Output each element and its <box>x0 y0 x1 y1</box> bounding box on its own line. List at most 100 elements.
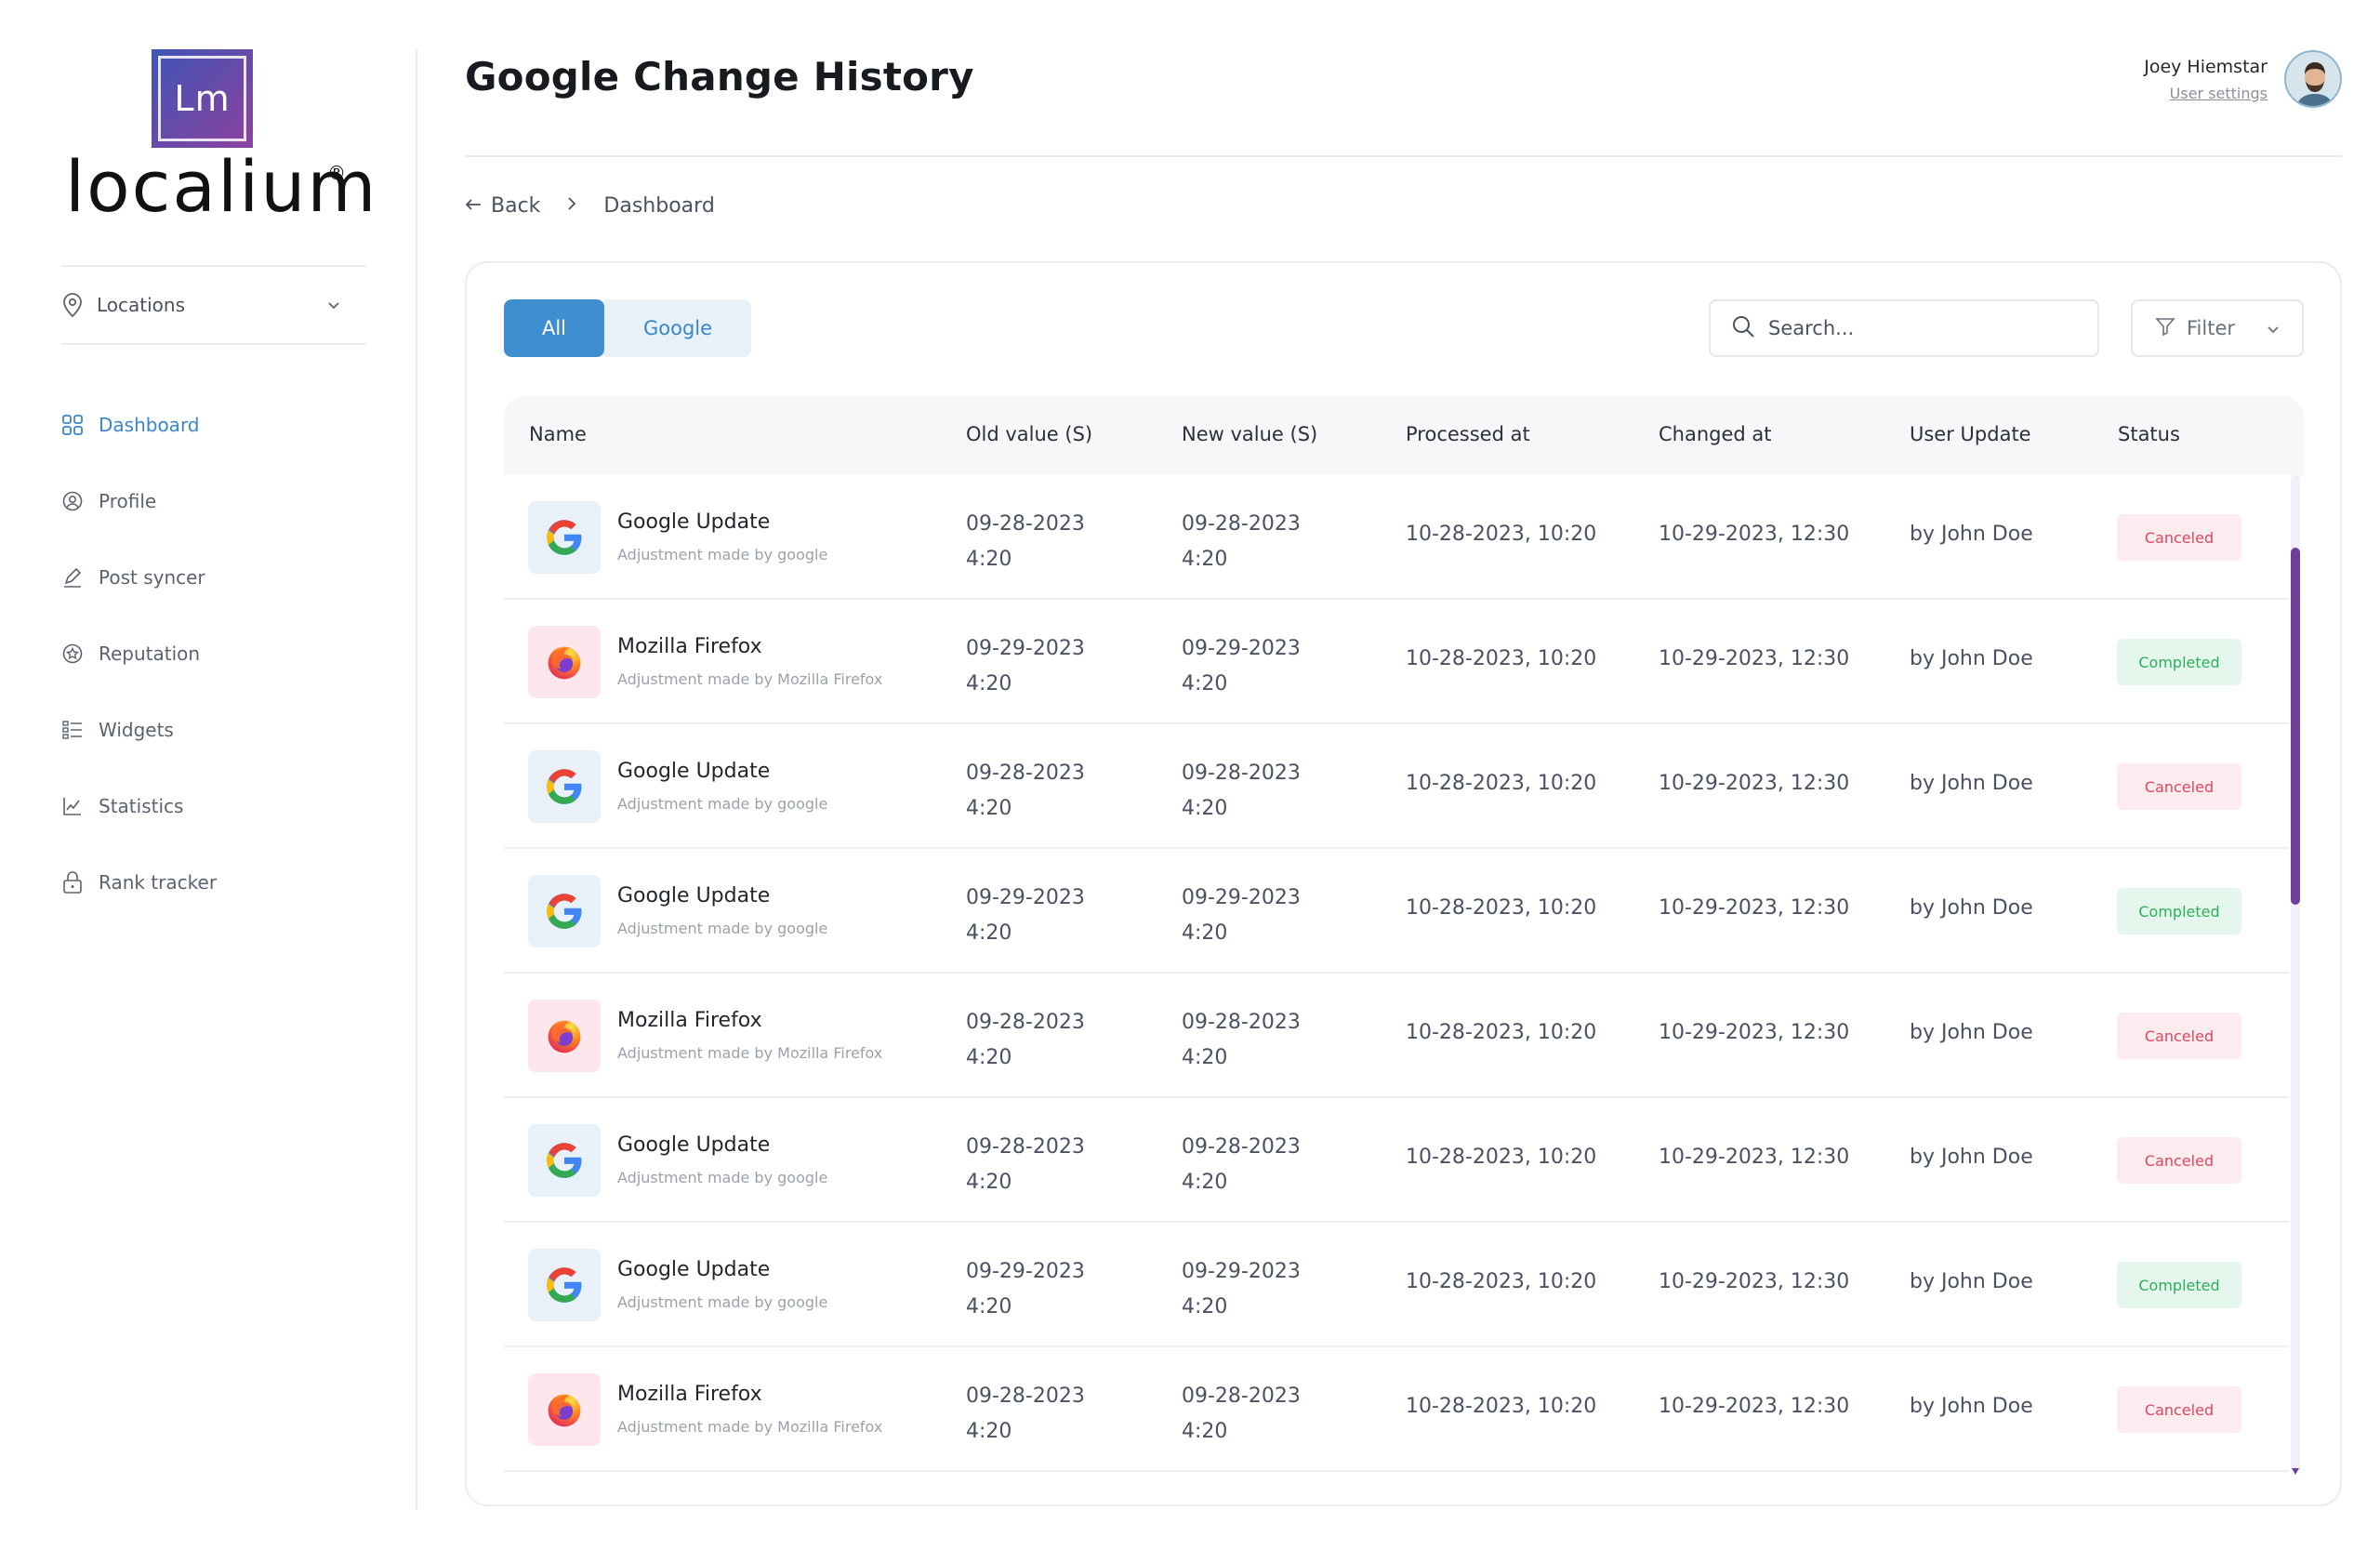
column-header-old-value[interactable]: Old value (S) <box>966 423 1092 445</box>
search-field[interactable] <box>1709 299 2099 357</box>
sidebar-item-label: Reputation <box>99 643 201 665</box>
sidebar-item-dashboard[interactable]: Dashboard <box>61 387 377 463</box>
search-input[interactable] <box>1768 317 2075 339</box>
tab-all[interactable]: All <box>504 299 604 357</box>
chevron-right-icon <box>566 194 577 218</box>
old-value-cell: 09-29-2023 4:20 <box>966 1254 1085 1325</box>
old-value-date: 09-29-2023 <box>966 886 1085 909</box>
google-logo-icon <box>528 501 601 574</box>
new-value-date: 09-28-2023 <box>1182 1384 1301 1408</box>
scrollbar-thumb[interactable] <box>2291 548 2300 905</box>
star-badge-icon <box>61 643 84 665</box>
changed-at-cell: 10-29-2023, 12:30 <box>1659 647 1850 670</box>
changed-at-cell: 10-29-2023, 12:30 <box>1659 896 1850 920</box>
table-row[interactable]: Google Update Adjustment made by google … <box>504 1098 2289 1223</box>
filter-button[interactable]: Filter <box>2131 299 2304 357</box>
sidebar: Lm localium ® Locations Dashboard Profil… <box>0 0 416 1550</box>
column-header-changed-at[interactable]: Changed at <box>1659 423 1772 445</box>
locations-select[interactable]: Locations <box>61 285 366 325</box>
table-row[interactable]: Google Update Adjustment made by google … <box>504 475 2289 600</box>
sidebar-item-profile[interactable]: Profile <box>61 463 377 539</box>
column-header-processed-at[interactable]: Processed at <box>1406 423 1530 445</box>
brand-wordmark: localium <box>65 145 378 228</box>
changed-at-cell: 10-29-2023, 12:30 <box>1659 1021 1850 1044</box>
status-badge: Canceled <box>2117 1137 2241 1184</box>
table-row[interactable]: Google Update Adjustment made by google … <box>504 724 2289 849</box>
status-badge: Completed <box>2117 639 2241 685</box>
column-header-user-update[interactable]: User Update <box>1910 423 2031 445</box>
sidebar-item-statistics[interactable]: Statistics <box>61 768 377 844</box>
old-value-date: 09-28-2023 <box>966 512 1085 536</box>
back-link-label: Back <box>491 194 541 218</box>
user-update-cell: by John Doe <box>1910 647 2033 670</box>
old-value-date: 09-28-2023 <box>966 762 1085 785</box>
sidebar-item-label: Widgets <box>99 719 174 741</box>
row-subtitle: Adjustment made by Mozilla Firefox <box>617 1418 883 1436</box>
new-value-cell: 09-29-2023 4:20 <box>1182 881 1301 951</box>
sidebar-item-rank-tracker[interactable]: Rank tracker <box>61 844 377 921</box>
old-value-cell: 09-29-2023 4:20 <box>966 631 1085 702</box>
sidebar-item-label: Statistics <box>99 795 184 817</box>
scroll-down-arrow[interactable] <box>2292 1468 2299 1475</box>
processed-at-cell: 10-28-2023, 10:20 <box>1406 523 1597 546</box>
new-value-cell: 09-28-2023 4:20 <box>1182 1130 1301 1200</box>
sidebar-item-post-syncer[interactable]: Post syncer <box>61 539 377 616</box>
column-header-new-value[interactable]: New value (S) <box>1182 423 1317 445</box>
changed-at-cell: 10-29-2023, 12:30 <box>1659 523 1850 546</box>
old-value-time: 4:20 <box>966 672 1012 696</box>
new-value-cell: 09-28-2023 4:20 <box>1182 507 1301 577</box>
funnel-icon <box>2155 316 2175 341</box>
new-value-time: 4:20 <box>1182 548 1228 571</box>
new-value-date: 09-28-2023 <box>1182 762 1301 785</box>
user-update-cell: by John Doe <box>1910 523 2033 546</box>
tab-google[interactable]: Google <box>604 299 751 357</box>
new-value-date: 09-28-2023 <box>1182 1011 1301 1034</box>
old-value-date: 09-29-2023 <box>966 1260 1085 1283</box>
breadcrumb-current[interactable]: Dashboard <box>603 194 714 218</box>
user-update-cell: by John Doe <box>1910 896 2033 920</box>
new-value-time: 4:20 <box>1182 1420 1228 1443</box>
column-header-status[interactable]: Status <box>2118 423 2180 445</box>
table-row[interactable]: Mozilla Firefox Adjustment made by Mozil… <box>504 1347 2289 1472</box>
new-value-cell: 09-29-2023 4:20 <box>1182 631 1301 702</box>
table-row[interactable]: Mozilla Firefox Adjustment made by Mozil… <box>504 600 2289 724</box>
new-value-date: 09-28-2023 <box>1182 512 1301 536</box>
sidebar-item-label: Rank tracker <box>99 871 218 894</box>
table-row[interactable]: Google Update Adjustment made by google … <box>504 1223 2289 1347</box>
table-row[interactable]: Mozilla Firefox Adjustment made by Mozil… <box>504 974 2289 1098</box>
sidebar-nav: Dashboard Profile Post syncer Reputation… <box>61 387 377 921</box>
search-icon <box>1731 314 1755 343</box>
avatar[interactable] <box>2284 50 2342 108</box>
row-title: Mozilla Firefox <box>617 635 762 658</box>
table-scrollbar[interactable] <box>2291 475 2300 1472</box>
changed-at-cell: 10-29-2023, 12:30 <box>1659 1395 1850 1418</box>
table-header: Name Old value (S) New value (S) Process… <box>504 395 2304 475</box>
table-row[interactable]: Google Update Adjustment made by google … <box>504 849 2289 974</box>
old-value-date: 09-28-2023 <box>966 1384 1085 1408</box>
row-title: Google Update <box>617 884 771 907</box>
row-title: Google Update <box>617 760 771 783</box>
row-subtitle: Adjustment made by google <box>617 1169 828 1186</box>
row-title: Mozilla Firefox <box>617 1009 762 1032</box>
processed-at-cell: 10-28-2023, 10:20 <box>1406 1270 1597 1293</box>
user-menu[interactable]: Joey Hiemstar User settings <box>2144 50 2342 108</box>
user-settings-link[interactable]: User settings <box>2144 85 2268 102</box>
google-logo-icon <box>528 750 601 823</box>
new-value-date: 09-28-2023 <box>1182 1135 1301 1159</box>
old-value-time: 4:20 <box>966 1295 1012 1318</box>
sidebar-item-widgets[interactable]: Widgets <box>61 692 377 768</box>
old-value-time: 4:20 <box>966 1420 1012 1443</box>
back-link[interactable]: Back <box>465 194 540 218</box>
sidebar-item-reputation[interactable]: Reputation <box>61 616 377 692</box>
old-value-cell: 09-28-2023 4:20 <box>966 1379 1085 1450</box>
brand-logo-mark[interactable]: Lm <box>152 49 253 148</box>
row-subtitle: Adjustment made by Mozilla Firefox <box>617 670 883 688</box>
user-update-cell: by John Doe <box>1910 1395 2033 1418</box>
chevron-down-icon <box>325 296 342 318</box>
status-badge: Completed <box>2117 1262 2241 1308</box>
column-header-name[interactable]: Name <box>529 423 587 445</box>
old-value-date: 09-29-2023 <box>966 637 1085 660</box>
row-subtitle: Adjustment made by google <box>617 795 828 813</box>
old-value-date: 09-28-2023 <box>966 1135 1085 1159</box>
new-value-time: 4:20 <box>1182 797 1228 820</box>
